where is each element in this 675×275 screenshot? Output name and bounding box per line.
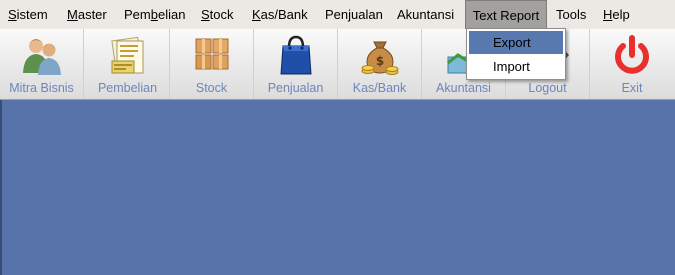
menu-text-report-label: Text Report bbox=[472, 8, 540, 23]
menu-penjualan-label: Penjualan bbox=[325, 7, 383, 22]
menu-sistem[interactable]: Sistem bbox=[8, 0, 48, 29]
toolbar-penjualan-label: Penjualan bbox=[267, 81, 324, 95]
toolbar-akuntansi-label: Akuntansi bbox=[436, 81, 491, 95]
menu-mnemonic: H bbox=[603, 7, 613, 22]
money-bag-icon: $ bbox=[361, 41, 398, 75]
toolbar-stock-label: Stock bbox=[195, 81, 228, 95]
menu-tools-label: Tools bbox=[556, 7, 587, 22]
toolbar-pembelian-button[interactable]: Pembelian bbox=[86, 29, 170, 99]
menu-mnemonic: S bbox=[8, 7, 17, 22]
toolbar-stock-button[interactable]: Stock bbox=[170, 29, 254, 99]
menu-help[interactable]: Help bbox=[603, 0, 630, 29]
toolbar-kas-bank-label: Kas/Bank bbox=[352, 81, 407, 95]
purchase-documents-icon bbox=[110, 36, 143, 74]
menu-penjualan[interactable]: Penjualan bbox=[325, 0, 383, 29]
menu-sistem-rest: istem bbox=[16, 7, 48, 22]
menu-kas-bank[interactable]: Kas/Bank bbox=[252, 0, 308, 29]
shopping-bag-icon bbox=[279, 35, 312, 75]
toolbar-mitra-bisnis-label: Mitra Bisnis bbox=[9, 81, 74, 95]
menu-mnemonic: M bbox=[67, 7, 78, 22]
menu-pembelian[interactable]: Pembelian bbox=[124, 0, 185, 29]
toolbar-logout-label: Logout bbox=[528, 81, 567, 95]
menu-mnemonic: S bbox=[201, 7, 210, 22]
menu-stock[interactable]: Stock bbox=[201, 0, 234, 29]
stock-boxes-icon bbox=[195, 38, 228, 70]
menu-kas-bank-rest: as/Bank bbox=[260, 7, 308, 22]
toolbar-pembelian-label: Pembelian bbox=[97, 81, 158, 95]
toolbar-kas-bank-button[interactable]: $ Kas/Bank bbox=[338, 29, 422, 99]
menu-mnemonic: K bbox=[252, 7, 261, 22]
menu-master[interactable]: Master bbox=[67, 0, 107, 29]
menu-help-rest: elp bbox=[612, 7, 630, 22]
menu-master-rest: aster bbox=[77, 7, 107, 22]
menu-tools[interactable]: Tools bbox=[556, 0, 586, 29]
toolbar-penjualan-button[interactable]: Penjualan bbox=[254, 29, 338, 99]
menu-akuntansi[interactable]: Akuntansi bbox=[397, 0, 454, 29]
workspace-area bbox=[0, 100, 675, 275]
toolbar-exit-button[interactable]: Exit bbox=[590, 29, 674, 99]
toolbar: Mitra Bisnis Pembelian Stock Penjualan $… bbox=[0, 29, 675, 100]
menu-pembelian-a: Pem bbox=[124, 7, 151, 22]
menu-stock-rest: tock bbox=[209, 7, 234, 22]
menu-pembelian-c: elian bbox=[157, 7, 186, 22]
menu-item-export[interactable]: Export bbox=[469, 31, 563, 54]
menu-bar: Sistem Master Pembelian Stock Kas/Bank P… bbox=[0, 0, 675, 30]
text-report-dropdown: Export Import bbox=[466, 28, 566, 80]
menu-mnemonic: b bbox=[150, 7, 158, 22]
menu-text-report[interactable]: Text Report bbox=[465, 0, 547, 29]
menu-akuntansi-label: Akuntansi bbox=[397, 7, 455, 22]
partners-icon bbox=[22, 39, 61, 75]
toolbar-exit-label: Exit bbox=[621, 81, 643, 95]
svg-text:$: $ bbox=[375, 54, 383, 68]
power-icon bbox=[615, 35, 649, 74]
toolbar-mitra-bisnis-button[interactable]: Mitra Bisnis bbox=[0, 29, 84, 99]
menu-item-import[interactable]: Import bbox=[469, 55, 563, 78]
